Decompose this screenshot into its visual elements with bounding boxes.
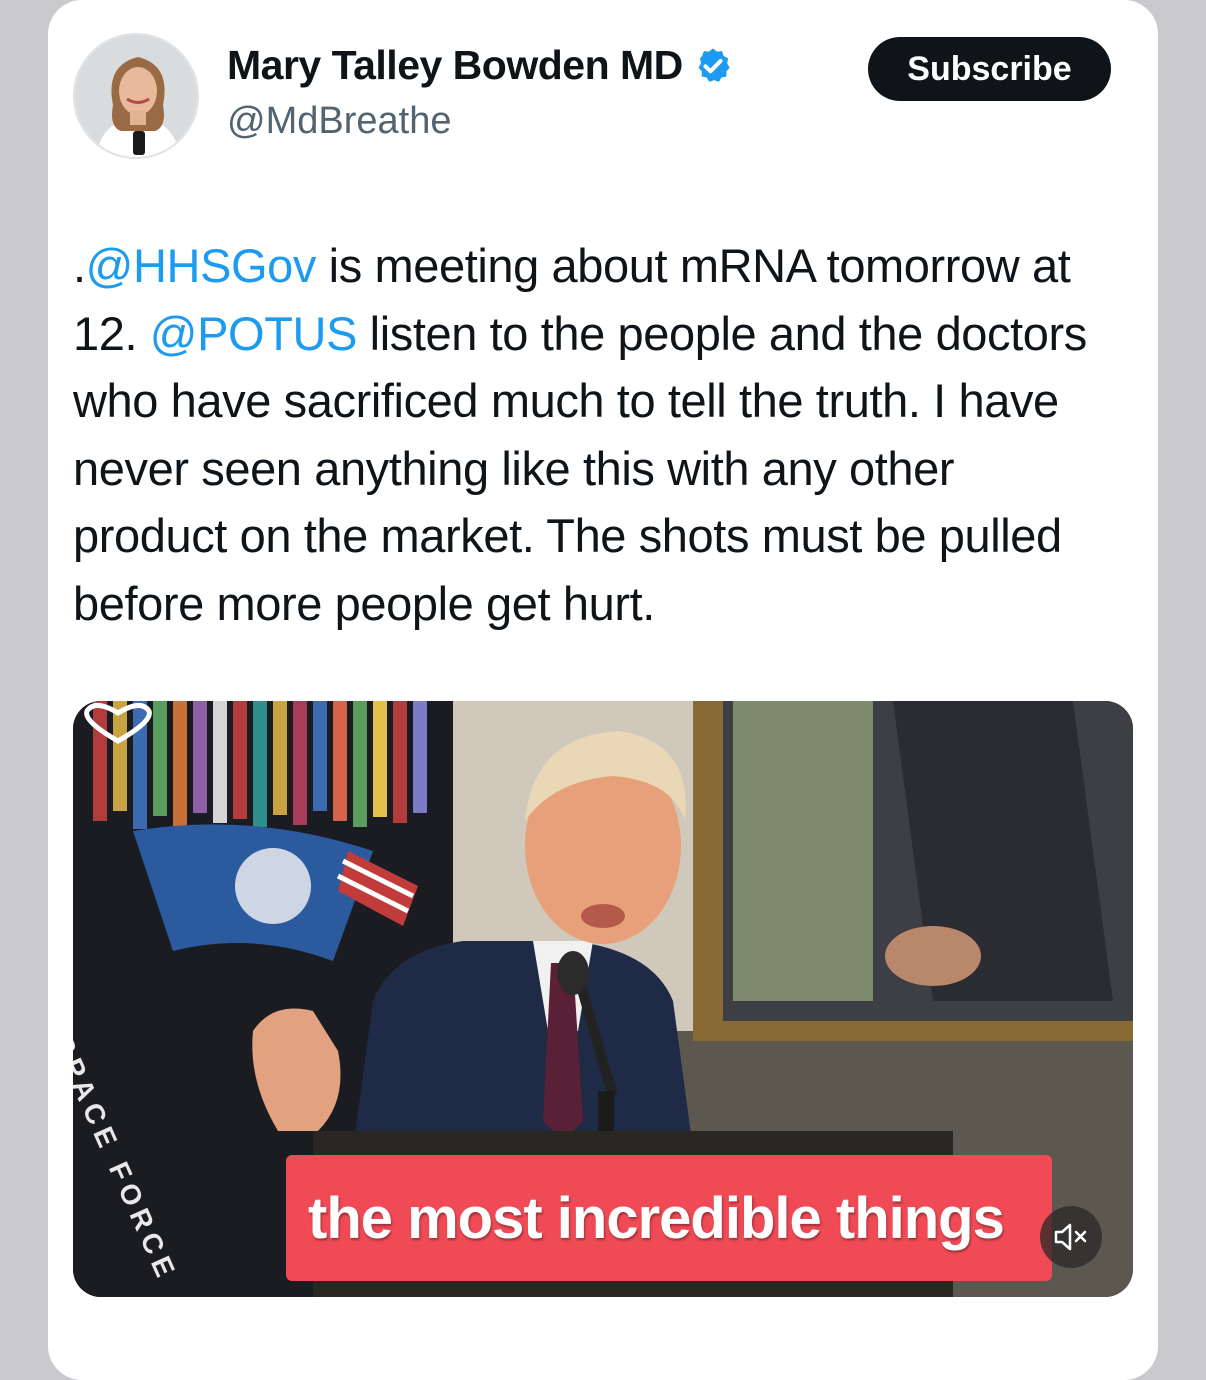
video-caption: the most incredible things	[308, 1185, 1005, 1251]
tweet-text-lead: .	[73, 239, 86, 292]
author-avatar[interactable]	[73, 33, 199, 159]
author-name-row[interactable]: Mary Talley Bowden MD	[227, 42, 733, 89]
video-caption-box: the most incredible things	[286, 1155, 1052, 1281]
mention-hhsgov-link[interactable]: @HHSGov	[86, 239, 317, 292]
mention-potus-link[interactable]: @POTUS	[150, 307, 358, 360]
author-name[interactable]: Mary Talley Bowden MD	[227, 42, 683, 89]
author-handle[interactable]: @MdBreathe	[227, 100, 451, 143]
verified-badge-icon	[698, 48, 730, 82]
video-media[interactable]: SPACE FORCE the most incredible things	[73, 701, 1133, 1297]
tweet-body: .@HHSGov is meeting about mRNA tomorrow …	[73, 232, 1113, 637]
tweet-card: Mary Talley Bowden MD @MdBreathe Subscri…	[48, 0, 1158, 1380]
mute-toggle-button[interactable]	[1040, 1206, 1102, 1268]
speaker-muted-icon	[1054, 1223, 1087, 1251]
heart-icon	[84, 703, 152, 744]
subscribe-button[interactable]: Subscribe	[868, 37, 1111, 101]
